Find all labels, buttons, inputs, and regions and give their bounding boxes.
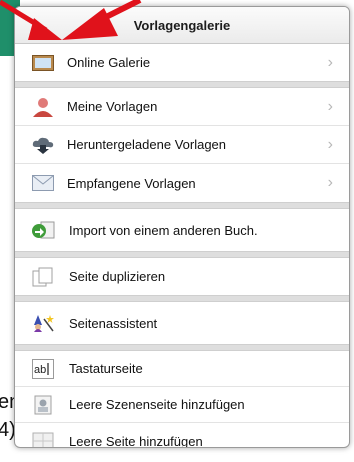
user-icon (31, 97, 55, 117)
section-separator (15, 344, 349, 351)
menu-item-online-gallery[interactable]: Online Galerie › (15, 44, 349, 81)
menu-item-downloaded-templates[interactable]: Heruntergeladene Vorlagen › (15, 126, 349, 164)
svg-text:ab: ab (34, 364, 46, 376)
menu-item-label: Empfangene Vorlagen (67, 175, 196, 191)
menu-item-label: Leere Seite hinzufügen (69, 433, 203, 448)
menu-item-label: Meine Vorlagen (67, 99, 158, 114)
blank-page-icon (31, 431, 55, 447)
section-separator (15, 251, 349, 258)
menu-item-add-blank-page[interactable]: Leere Seite hinzufügen (15, 423, 349, 448)
section-separator (15, 81, 349, 88)
menu-item-label: Seitenassistent (69, 315, 158, 331)
template-gallery-popover: Vorlagengalerie Online Galerie › Meine V… (14, 6, 350, 448)
menu-item-label: Import von einem anderen Buch. (69, 222, 258, 238)
menu-item-label: Online Galerie (67, 55, 151, 70)
picture-frame-icon (31, 53, 55, 73)
keyboard-text-icon: ab (31, 358, 55, 379)
menu-item-received-templates[interactable]: Empfangene Vorlagen › (15, 164, 349, 202)
menu-item-keyboard-page[interactable]: ab Tastaturseite (15, 351, 349, 387)
menu-item-label: Tastaturseite (69, 361, 143, 376)
popover-title: Vorlagengalerie (15, 7, 349, 44)
menu-item-my-templates[interactable]: Meine Vorlagen › (15, 88, 349, 126)
menu-item-label: Leere Szenenseite hinzufügen (69, 397, 245, 412)
menu-item-import-from-book[interactable]: Import von einem anderen Buch. (15, 209, 349, 251)
menu-item-add-blank-scene-page[interactable]: Leere Szenenseite hinzufügen (15, 387, 349, 423)
section-separator (15, 202, 349, 209)
menu-item-label: Seite duplizieren (69, 269, 166, 284)
envelope-icon (31, 173, 55, 193)
chevron-right-icon: › (327, 53, 333, 71)
section-separator (15, 295, 349, 302)
import-book-icon (31, 220, 55, 240)
chevron-right-icon: › (327, 174, 333, 191)
menu-item-label: Heruntergeladene Vorlagen (67, 137, 227, 152)
cloud-download-icon (31, 135, 55, 155)
duplicate-page-icon (31, 267, 55, 287)
menu-item-page-wizard[interactable]: Seitenassistent (15, 302, 349, 344)
menu-item-duplicate-page[interactable]: Seite duplizieren (15, 258, 349, 295)
scene-page-icon (31, 395, 55, 415)
wizard-icon (31, 313, 55, 333)
chevron-right-icon: › (327, 97, 333, 115)
chevron-right-icon: › (327, 135, 333, 153)
